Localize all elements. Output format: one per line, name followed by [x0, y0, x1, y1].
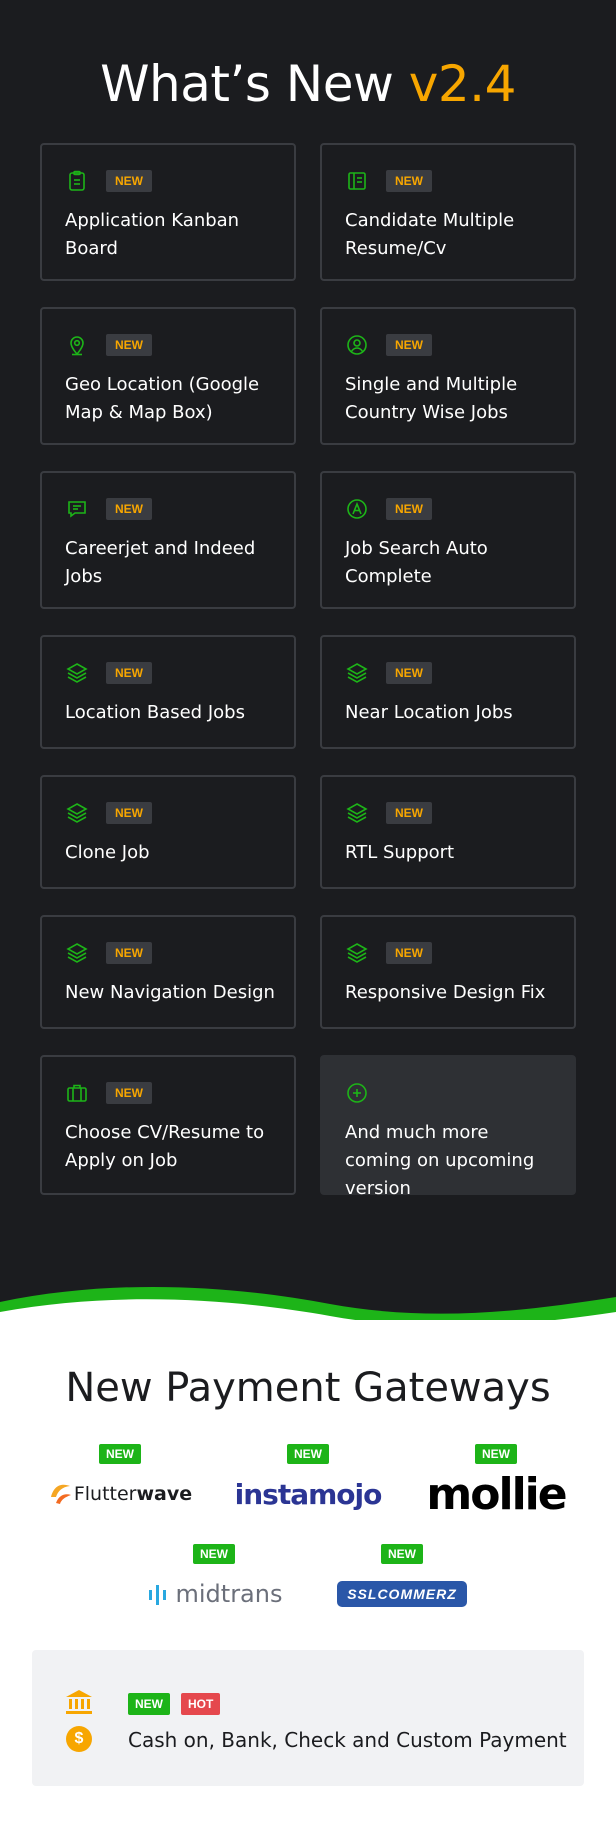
new-badge: NEW: [386, 942, 432, 964]
layers-icon: [66, 803, 88, 823]
whats-new-section: What’s New v2.4 NEW Application Kanban B…: [0, 0, 616, 1320]
mollie-text: mollie: [426, 1468, 567, 1520]
plus-circle-icon: [347, 1083, 367, 1103]
title-text: What’s New: [100, 55, 394, 113]
new-badge: NEW: [386, 170, 432, 192]
gateway-midtrans: NEW midtrans: [124, 1544, 304, 1614]
layers-icon: [346, 663, 368, 683]
new-badge: NEW: [386, 334, 432, 356]
flutterwave-logo: Flutterwave: [30, 1474, 210, 1514]
new-badge: NEW: [287, 1444, 329, 1464]
new-badge: NEW: [193, 1544, 235, 1564]
flutterwave-mark-icon: [50, 1484, 71, 1504]
feature-card: NEW RTL Support: [320, 775, 576, 889]
layers-icon: [66, 663, 88, 683]
feature-card: NEW Near Location Jobs: [320, 635, 576, 749]
new-badge: NEW: [106, 334, 152, 356]
midtrans-text: midtrans: [175, 1580, 283, 1608]
feature-label: Application Kanban Board: [65, 210, 240, 259]
gateway-mollie: NEW mollie: [406, 1444, 586, 1520]
new-badge: NEW: [99, 1444, 141, 1464]
feature-card: NEW Single and Multiple Country Wise Job…: [320, 307, 576, 445]
feature-label: RTL Support: [345, 842, 455, 863]
offline-payment-box: $ NEW HOT Cash on, Bank, Check and Custo…: [32, 1650, 584, 1786]
feature-label: Geo Location (Google Map & Map Box): [65, 374, 260, 423]
sslcommerz-text: SSLCOMMERZ: [337, 1581, 467, 1607]
message-icon: [68, 501, 86, 518]
feature-label: And much more coming on upcoming version: [345, 1122, 535, 1199]
instamojo-text: instamojo: [234, 1477, 383, 1511]
new-badge: NEW: [106, 1082, 152, 1104]
new-badge: NEW: [106, 170, 152, 192]
map-pin-icon: [70, 336, 84, 356]
clipboard-icon: [69, 170, 85, 191]
gateway-flutterwave: NEW Flutterwave: [30, 1444, 210, 1514]
payments-section: New Payment Gateways NEW Flutterwave NEW…: [0, 1320, 616, 1834]
new-badge: NEW: [386, 662, 432, 684]
feature-label: Candidate Multiple Resume/Cv: [345, 210, 515, 259]
new-badge: NEW: [381, 1544, 423, 1564]
hot-badge: HOT: [181, 1693, 221, 1715]
autocomplete-icon: [347, 499, 367, 519]
feature-label: Location Based Jobs: [65, 702, 245, 723]
flutterwave-text-bold: wave: [136, 1483, 193, 1505]
feature-label: Choose CV/Resume to Apply on Job: [65, 1122, 265, 1171]
new-badge: NEW: [475, 1444, 517, 1464]
user-circle-icon: [347, 335, 367, 355]
dollar-coin-icon: $: [66, 1726, 92, 1752]
feature-label: Clone Job: [65, 842, 150, 863]
feature-label: Careerjet and Indeed Jobs: [65, 538, 256, 587]
midtrans-logo: midtrans: [124, 1574, 304, 1614]
new-badge: NEW: [128, 1693, 170, 1715]
feature-card: NEW Candidate Multiple Resume/Cv: [320, 143, 576, 281]
resume-icon: [348, 172, 366, 190]
new-badge: NEW: [106, 498, 152, 520]
mollie-logo: mollie: [406, 1469, 586, 1520]
feature-card: NEW Choose CV/Resume to Apply on Job: [40, 1055, 296, 1195]
new-badge: NEW: [106, 662, 152, 684]
sslcommerz-logo: SSLCOMMERZ: [312, 1574, 492, 1614]
feature-label: Responsive Design Fix: [345, 982, 546, 1003]
midtrans-mark-icon: [148, 1585, 166, 1605]
page-title: What’s New v2.4: [0, 55, 616, 113]
bank-icon: [66, 1690, 92, 1714]
feature-card: NEW Application Kanban Board: [40, 143, 296, 281]
feature-card: NEW Job Search Auto Complete: [320, 471, 576, 609]
feature-card: NEW Responsive Design Fix: [320, 915, 576, 1029]
briefcase-icon: [67, 1084, 87, 1102]
flutterwave-text: Flutterwave: [74, 1483, 192, 1505]
payments-title: New Payment Gateways: [65, 1365, 551, 1411]
feature-card: NEW New Navigation Design: [40, 915, 296, 1029]
feature-card: NEW Clone Job: [40, 775, 296, 889]
new-badge: NEW: [386, 498, 432, 520]
layers-icon: [346, 803, 368, 823]
feature-label: Job Search Auto Complete: [345, 538, 488, 587]
more-coming-card: And much more coming on upcoming version: [320, 1055, 576, 1199]
new-badge: NEW: [386, 802, 432, 824]
gateway-instamojo: NEW instamojo: [218, 1444, 398, 1514]
instamojo-logo: instamojo: [218, 1474, 398, 1514]
offline-payment-label: Cash on, Bank, Check and Custom Payment: [128, 1728, 567, 1752]
feature-card: NEW Location Based Jobs: [40, 635, 296, 749]
feature-label: New Navigation Design: [65, 982, 275, 1003]
layers-icon: [66, 943, 88, 963]
feature-label: Near Location Jobs: [345, 702, 513, 723]
new-badge: NEW: [106, 802, 152, 824]
feature-card: NEW Geo Location (Google Map & Map Box): [40, 307, 296, 445]
feature-card: NEW Careerjet and Indeed Jobs: [40, 471, 296, 609]
version-number: v2.4: [408, 55, 517, 113]
gateway-sslcommerz: NEW SSLCOMMERZ: [312, 1544, 492, 1614]
flutterwave-text-light: Flutter: [73, 1483, 137, 1505]
feature-label: Single and Multiple Country Wise Jobs: [345, 374, 518, 423]
new-badge: NEW: [106, 942, 152, 964]
layers-icon: [346, 943, 368, 963]
